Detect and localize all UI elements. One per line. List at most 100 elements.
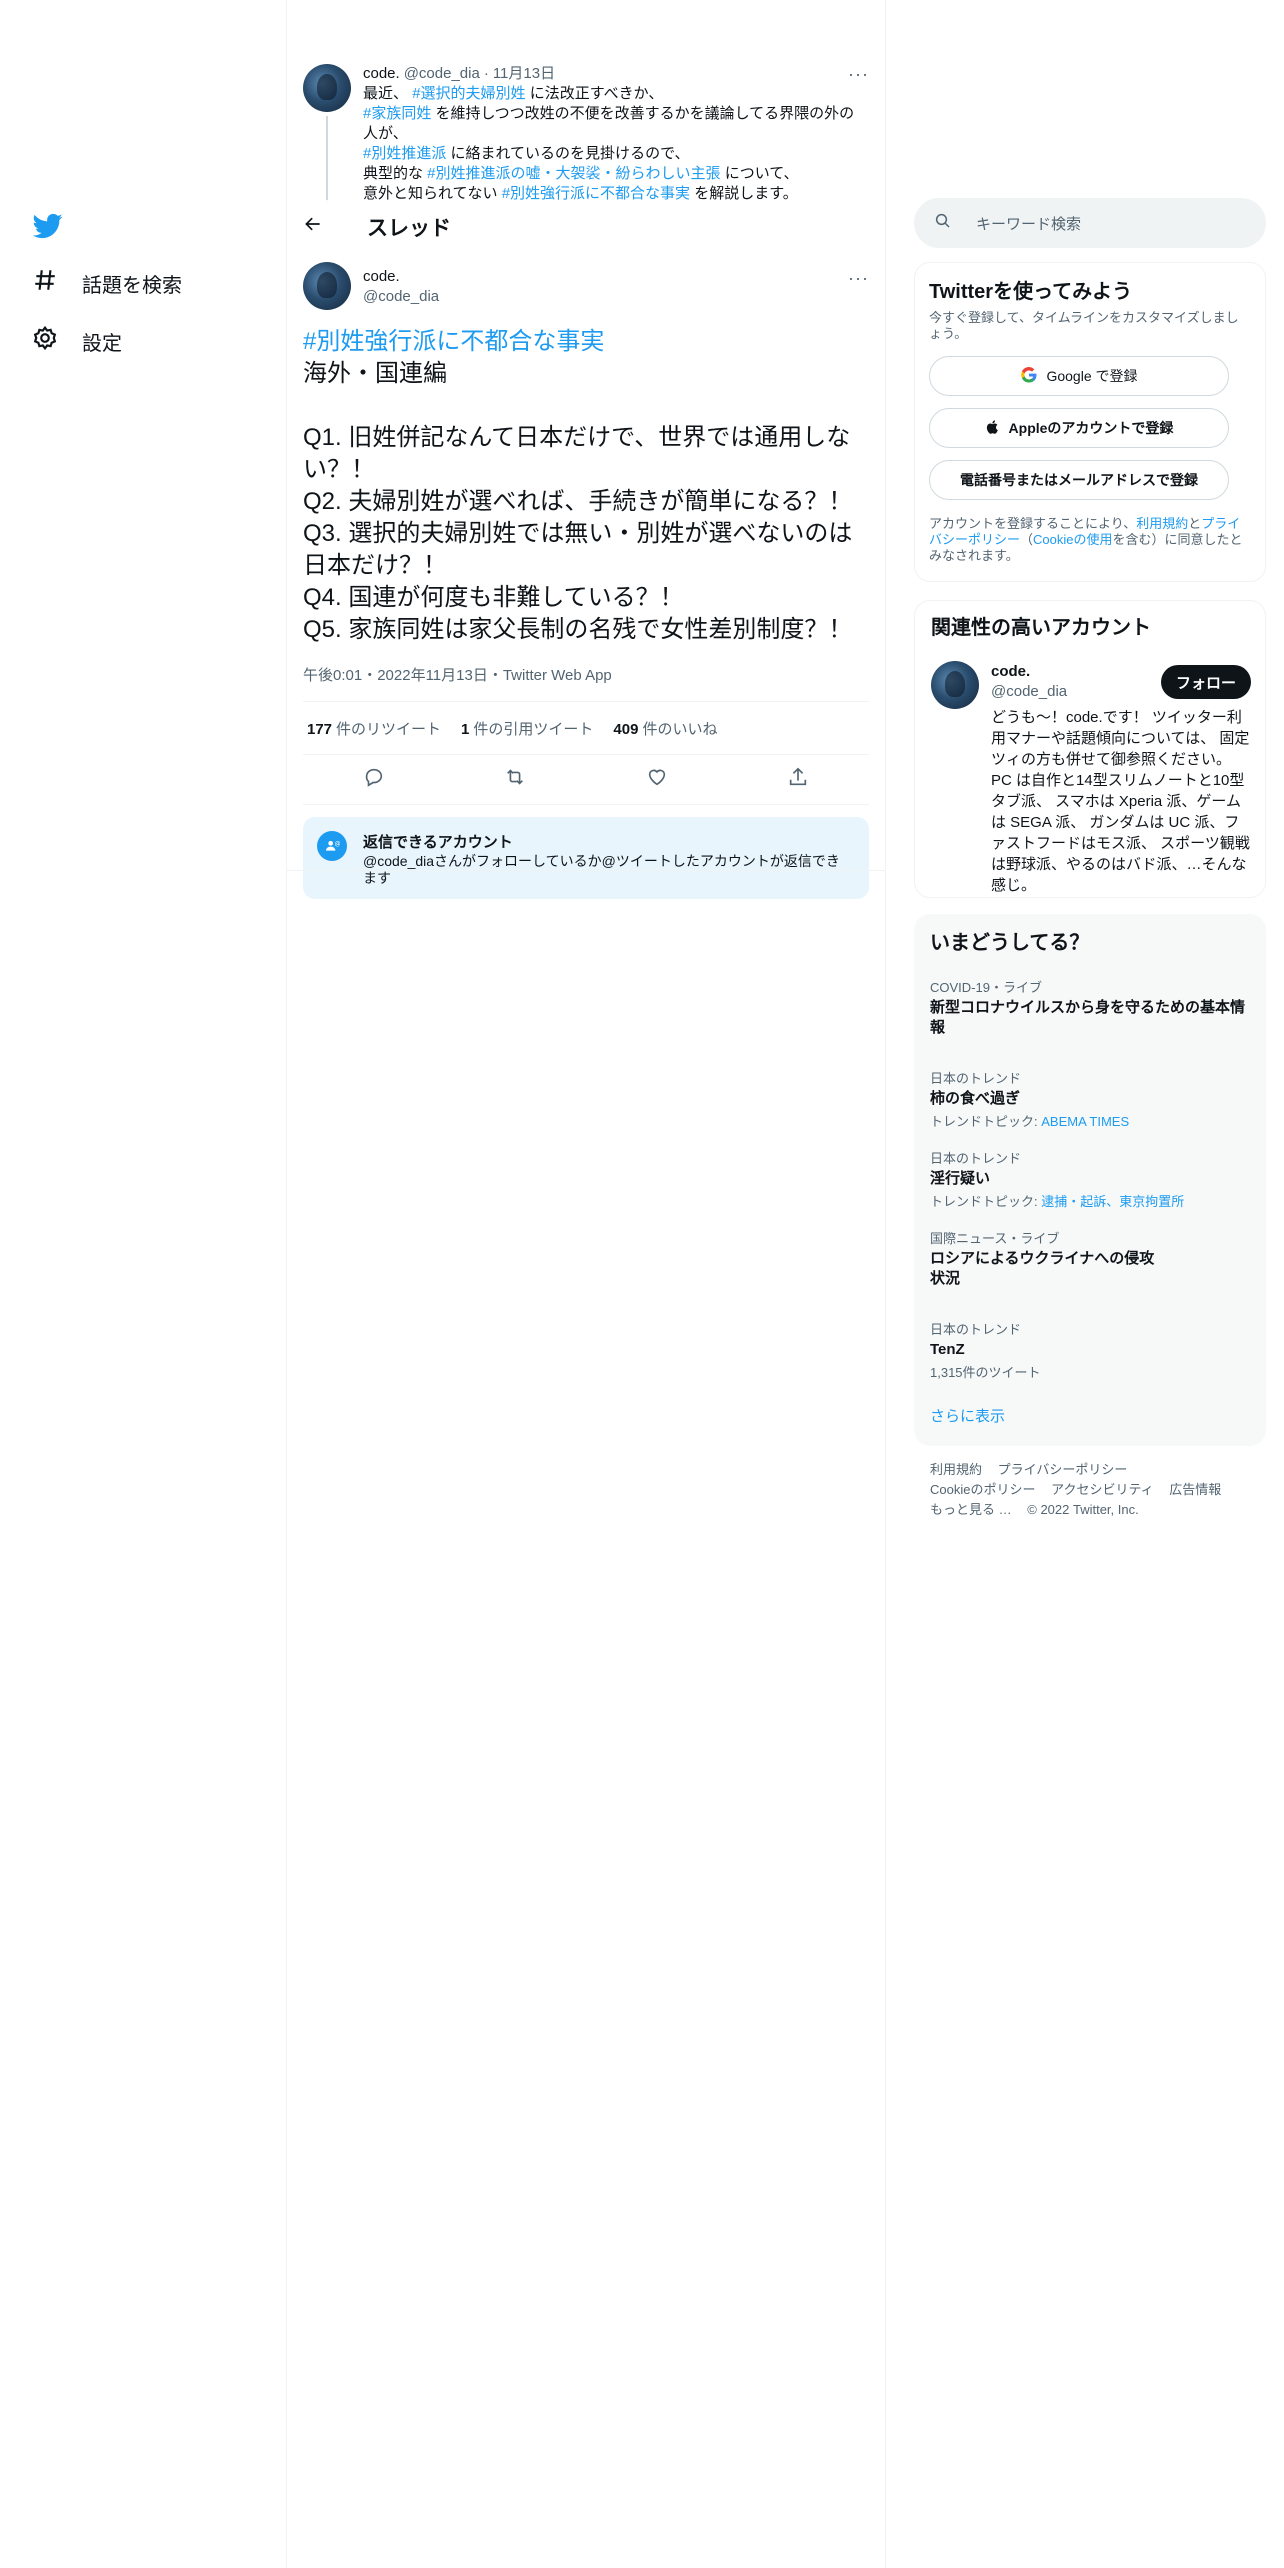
apple-signup-button[interactable]: Appleのアカウントで登録 bbox=[929, 408, 1229, 448]
likes-stat[interactable]: 409 件のいいね bbox=[613, 718, 717, 739]
parent-tweet-text: 最近、 #選択的夫婦別姓 に法改正すべきか、 #家族同姓 を維持しつつ改姓の不便… bbox=[363, 84, 869, 204]
trend-title: 柿の食べ過ぎ bbox=[930, 1090, 1021, 1107]
follow-button[interactable]: フォロー bbox=[1161, 665, 1251, 699]
trend-item[interactable]: 国際ニュース・ライブ ロシアによるウクライナへの侵攻状況 bbox=[930, 1228, 1250, 1289]
tweet-author: code. @code_dia ··· bbox=[303, 260, 869, 316]
footer-privacy-link[interactable]: プライバシーポリシー bbox=[998, 1462, 1128, 1477]
parent-tweet[interactable]: code. @code_dia · 11月13日 最近、 #選択的夫婦別姓 に法… bbox=[303, 64, 869, 204]
signup-card: Twitterを使ってみよう 今すぐ登録して、タイムラインをカスタマイズしましょ… bbox=[914, 262, 1266, 582]
trend-subtitle: トレンドトピック: 逮捕・起訴、東京拘置所 bbox=[930, 1191, 1250, 1210]
trend-topic-link[interactable]: 逮捕・起訴、東京拘置所 bbox=[1041, 1194, 1184, 1209]
avatar[interactable] bbox=[931, 661, 979, 709]
retweets-count: 177 bbox=[307, 720, 333, 738]
hashtag-link[interactable]: #別姓推進派 bbox=[363, 145, 446, 162]
text-span: に法改正すべきか、 bbox=[525, 85, 664, 102]
signup-legal-text: アカウントを登録することにより、利用規約とプライバシーポリシー（Cookieの使… bbox=[929, 516, 1251, 564]
likes-label: 件のいいね bbox=[642, 720, 718, 738]
trend-item[interactable]: COVID-19・ライブ 新型コロナウイルスから身を守るための基本情報 bbox=[930, 977, 1250, 1038]
retweets-label: 件のリツイート bbox=[336, 720, 442, 738]
thread-header: スレッド bbox=[287, 200, 885, 254]
text-span: （ bbox=[1020, 532, 1034, 547]
parent-line-4: 典型的な #別姓推進派の嘘・大袈裟・紛らわしい主張 について、 bbox=[363, 164, 869, 184]
reply-restriction-notice: @ 返信できるアカウント @code_diaさんがフォローしているか@ツイートし… bbox=[303, 817, 869, 899]
trends-title: いまどうしてる？ bbox=[930, 932, 1090, 954]
tweet-body: 海外・国連編 Q1. 旧姓併記なんて日本だけで、世界では通用しない？！ Q2. … bbox=[303, 360, 853, 643]
apple-signup-label: Appleのアカウントで登録 bbox=[1008, 420, 1174, 436]
google-signup-button[interactable]: Google で登録 bbox=[929, 356, 1229, 396]
more-options-icon[interactable]: ··· bbox=[848, 64, 869, 85]
parent-line-1: 最近、 #選択的夫婦別姓 に法改正すべきか、 bbox=[363, 84, 869, 104]
nav-explore-label: 話題を検索 bbox=[82, 274, 182, 297]
reply-icon[interactable] bbox=[363, 766, 385, 793]
phone-email-signup-button[interactable]: 電話番号またはメールアドレスで登録 bbox=[929, 460, 1229, 500]
apple-logo-icon bbox=[985, 419, 1001, 438]
quotes-count: 1 bbox=[461, 720, 470, 738]
nav-explore[interactable]: 話題を検索 bbox=[20, 255, 194, 311]
tweet-date[interactable]: 11月13日 bbox=[493, 64, 555, 84]
trend-context: 日本のトレンド bbox=[930, 1151, 1022, 1166]
trend-context: 日本のトレンド bbox=[930, 1071, 1022, 1086]
cookie-link[interactable]: Cookieの使用 bbox=[1033, 532, 1112, 547]
text-span: と bbox=[1188, 516, 1202, 531]
search-icon bbox=[934, 212, 952, 234]
trend-topic-link[interactable]: ABEMA TIMES bbox=[1041, 1114, 1129, 1129]
author-handle[interactable]: @code_dia bbox=[363, 288, 439, 305]
show-more-link[interactable]: さらに表示 bbox=[930, 1405, 1250, 1426]
nav-settings-label: 設定 bbox=[82, 332, 122, 355]
avatar[interactable] bbox=[303, 262, 351, 310]
back-arrow-icon[interactable] bbox=[303, 214, 327, 240]
search-input[interactable]: キーワード検索 bbox=[976, 213, 1081, 234]
quotes-stat[interactable]: 1 件の引用ツイート bbox=[461, 718, 593, 739]
search-bar[interactable]: キーワード検索 bbox=[914, 198, 1266, 248]
text-span: 最近、 bbox=[363, 85, 409, 102]
like-heart-icon[interactable] bbox=[646, 766, 668, 793]
related-account-name[interactable]: code. bbox=[991, 663, 1030, 680]
signup-subtitle: 今すぐ登録して、タイムラインをカスタマイズしましょう。 bbox=[929, 310, 1239, 341]
google-logo-icon bbox=[1020, 366, 1038, 387]
more-options-icon[interactable]: ··· bbox=[848, 268, 869, 289]
retweet-icon[interactable] bbox=[504, 766, 526, 793]
user-mention-icon: @ bbox=[317, 831, 347, 861]
author-name[interactable]: code. bbox=[363, 268, 400, 285]
svg-text:@: @ bbox=[335, 840, 340, 847]
separator-dot: · bbox=[483, 65, 489, 82]
share-icon[interactable] bbox=[787, 766, 809, 793]
text-span: について、 bbox=[720, 165, 799, 182]
trend-title: ロシアによるウクライナへの侵攻状況 bbox=[930, 1250, 1155, 1287]
hashtag-link[interactable]: #別姓強行派に不都合な事実 bbox=[303, 328, 604, 355]
signup-title: Twitterを使ってみよう bbox=[929, 281, 1133, 303]
column-divider-right bbox=[885, 0, 886, 2568]
focused-tweet: code. @code_dia ··· #別姓強行派に不都合な事実 海外・国連編… bbox=[303, 260, 869, 899]
trend-item[interactable]: 日本のトレンド 淫行疑い トレンドトピック: 逮捕・起訴、東京拘置所 bbox=[930, 1148, 1250, 1210]
author-name[interactable]: code. bbox=[363, 64, 400, 84]
related-account-bio: どうも～！code.です！ ツイッター利用マナーや話題傾向については、 固定ツィ… bbox=[991, 709, 1250, 894]
footer-terms-link[interactable]: 利用規約 bbox=[930, 1462, 982, 1477]
hashtag-link[interactable]: #選択的夫婦別姓 bbox=[412, 85, 525, 102]
footer-cookie-link[interactable]: Cookieのポリシー bbox=[930, 1482, 1035, 1497]
trends-card: いまどうしてる？ COVID-19・ライブ 新型コロナウイルスから身を守るための… bbox=[914, 914, 1266, 1446]
trend-item[interactable]: 日本のトレンド 柿の食べ過ぎ トレンドトピック: ABEMA TIMES bbox=[930, 1068, 1250, 1130]
parent-line-3: #別姓推進派 に絡まれているのを見掛けるので、 bbox=[363, 144, 869, 164]
trend-item[interactable]: 日本のトレンド TenZ 1,315件のツイート bbox=[930, 1319, 1250, 1381]
retweets-stat[interactable]: 177 件のリツイート bbox=[307, 718, 441, 739]
footer-more-link[interactable]: もっと見る … bbox=[930, 1502, 1012, 1517]
author-handle[interactable]: @code_dia bbox=[404, 64, 480, 84]
related-accounts-card: 関連性の高いアカウント code. @code_dia フォロー どうも～！co… bbox=[914, 600, 1266, 898]
footer-accessibility-link[interactable]: アクセシビリティ bbox=[1051, 1482, 1154, 1497]
twitter-logo-icon[interactable] bbox=[28, 206, 68, 246]
avatar[interactable] bbox=[303, 64, 351, 112]
terms-link[interactable]: 利用規約 bbox=[1136, 516, 1188, 531]
trend-tweet-count: 1,315件のツイート bbox=[930, 1365, 1041, 1380]
tweet-actions bbox=[303, 755, 869, 805]
tweet-stats: 177 件のリツイート 1 件の引用ツイート 409 件のいいね bbox=[303, 701, 869, 755]
parent-tweet-body: code. @code_dia · 11月13日 最近、 #選択的夫婦別姓 に法… bbox=[363, 64, 869, 204]
hashtag-link[interactable]: #別姓推進派の嘘・大袈裟・紛らわしい主張 bbox=[427, 165, 720, 182]
left-navigation: 話題を検索 設定 bbox=[0, 0, 286, 2568]
nav-settings[interactable]: 設定 bbox=[20, 313, 134, 369]
footer-ads-link[interactable]: 広告情報 bbox=[1169, 1482, 1221, 1497]
hashtag-link[interactable]: #家族同姓 bbox=[363, 105, 431, 122]
text-span: アカウントを登録することにより、 bbox=[929, 516, 1137, 531]
tweet-timestamp[interactable]: 午後0:01・2022年11月13日・Twitter Web App bbox=[303, 664, 869, 685]
text-span: に絡まれているのを見掛けるので、 bbox=[446, 145, 690, 162]
related-account-handle[interactable]: @code_dia bbox=[991, 683, 1067, 700]
